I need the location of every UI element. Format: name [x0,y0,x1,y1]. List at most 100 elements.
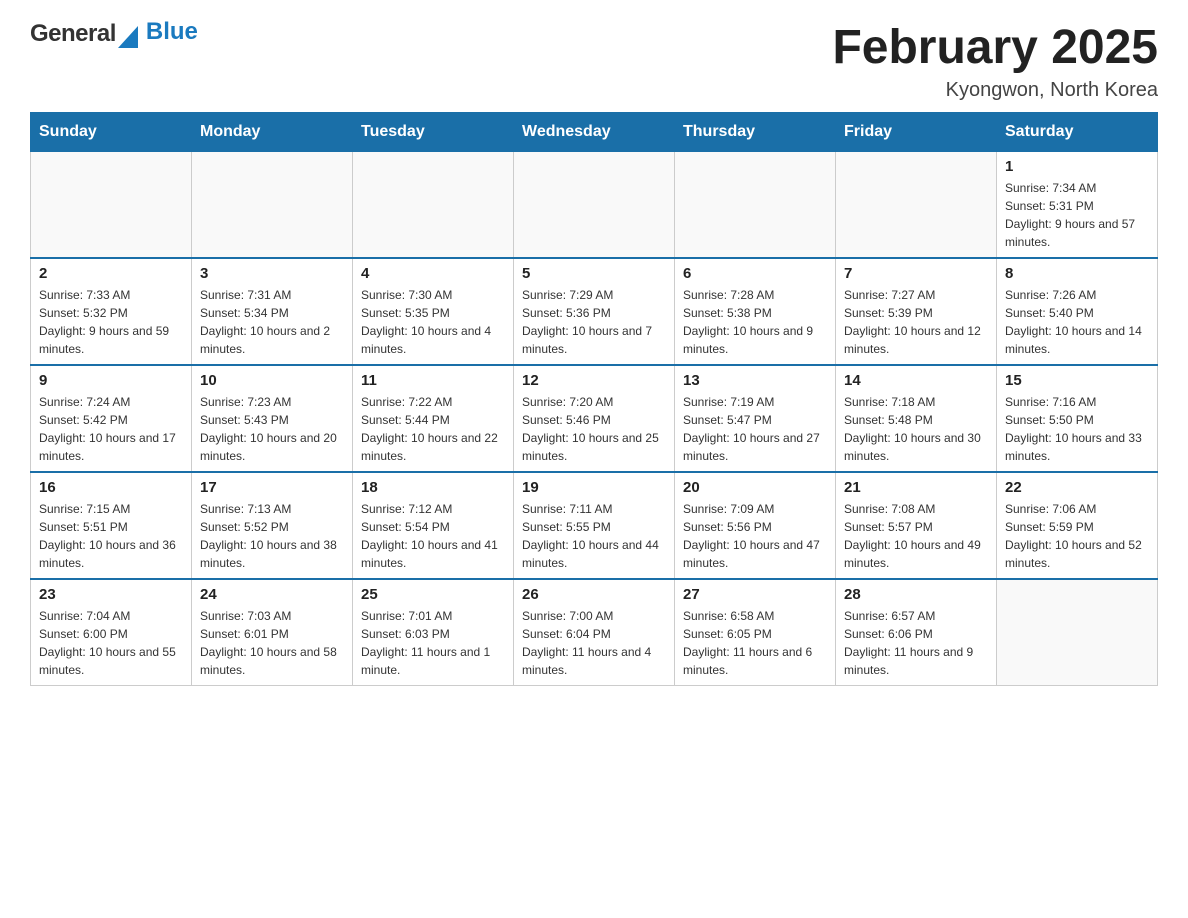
day-number: 26 [522,586,666,603]
day-number: 22 [1005,479,1149,496]
day-info: Sunrise: 7:24 AM Sunset: 5:42 PM Dayligh… [39,393,183,465]
day-info: Sunrise: 6:58 AM Sunset: 6:05 PM Dayligh… [683,607,827,679]
day-number: 18 [361,479,505,496]
day-info: Sunrise: 7:12 AM Sunset: 5:54 PM Dayligh… [361,500,505,572]
calendar-week-row: 23 Sunrise: 7:04 AM Sunset: 6:00 PM Dayli… [31,579,1158,686]
day-info: Sunrise: 7:09 AM Sunset: 5:56 PM Dayligh… [683,500,827,572]
day-info: Sunrise: 7:27 AM Sunset: 5:39 PM Dayligh… [844,286,988,358]
calendar-day-cell: 2 Sunrise: 7:33 AM Sunset: 5:32 PM Daylig… [31,258,192,365]
day-number: 25 [361,586,505,603]
calendar-day-cell: 22 Sunrise: 7:06 AM Sunset: 5:59 PM Dayli… [997,472,1158,579]
calendar-subtitle: Kyongwon, North Korea [832,79,1158,102]
calendar-day-cell: 25 Sunrise: 7:01 AM Sunset: 6:03 PM Dayli… [353,579,514,686]
calendar-day-cell [514,152,675,259]
day-number: 20 [683,479,827,496]
logo-triangle-icon [118,26,138,48]
day-info: Sunrise: 7:03 AM Sunset: 6:01 PM Dayligh… [200,607,344,679]
day-number: 11 [361,372,505,389]
calendar-day-cell [31,152,192,259]
day-info: Sunrise: 7:00 AM Sunset: 6:04 PM Dayligh… [522,607,666,679]
calendar-day-cell: 16Sunrise: 7:15 AM Sunset: 5:51 PM Dayli… [31,472,192,579]
day-number: 6 [683,265,827,282]
day-info: Sunrise: 7:33 AM Sunset: 5:32 PM Dayligh… [39,286,183,358]
calendar-day-cell: 17Sunrise: 7:13 AM Sunset: 5:52 PM Dayli… [192,472,353,579]
calendar-day-cell: 1 Sunrise: 7:34 AM Sunset: 5:31 PM Daylig… [997,152,1158,259]
day-number: 24 [200,586,344,603]
calendar-day-cell: 24 Sunrise: 7:03 AM Sunset: 6:01 PM Dayli… [192,579,353,686]
calendar-day-cell: 28 Sunrise: 6:57 AM Sunset: 6:06 PM Dayli… [836,579,997,686]
day-number: 19 [522,479,666,496]
day-number: 17 [200,479,344,496]
calendar-day-cell: 12 Sunrise: 7:20 AM Sunset: 5:46 PM Dayli… [514,365,675,472]
day-number: 2 [39,265,183,282]
calendar-day-cell: 5 Sunrise: 7:29 AM Sunset: 5:36 PM Daylig… [514,258,675,365]
day-info: Sunrise: 7:01 AM Sunset: 6:03 PM Dayligh… [361,607,505,679]
calendar-day-cell: 19 Sunrise: 7:11 AM Sunset: 5:55 PM Dayli… [514,472,675,579]
day-info: Sunrise: 7:26 AM Sunset: 5:40 PM Dayligh… [1005,286,1149,358]
day-number: 16 [39,479,183,496]
weekday-header-sunday: Sunday [31,113,192,152]
weekday-header-monday: Monday [192,113,353,152]
calendar-day-cell [192,152,353,259]
calendar-week-row: 1 Sunrise: 7:34 AM Sunset: 5:31 PM Daylig… [31,152,1158,259]
calendar-table: SundayMondayTuesdayWednesdayThursdayFrid… [30,112,1158,686]
day-number: 27 [683,586,827,603]
day-number: 15 [1005,372,1149,389]
day-info: Sunrise: 7:08 AM Sunset: 5:57 PM Dayligh… [844,500,988,572]
day-info: Sunrise: 6:57 AM Sunset: 6:06 PM Dayligh… [844,607,988,679]
day-info: Sunrise: 7:20 AM Sunset: 5:46 PM Dayligh… [522,393,666,465]
day-info: Sunrise: 7:11 AM Sunset: 5:55 PM Dayligh… [522,500,666,572]
day-info: Sunrise: 7:16 AM Sunset: 5:50 PM Dayligh… [1005,393,1149,465]
day-info: Sunrise: 7:29 AM Sunset: 5:36 PM Dayligh… [522,286,666,358]
day-info: Sunrise: 7:31 AM Sunset: 5:34 PM Dayligh… [200,286,344,358]
day-info: Sunrise: 7:22 AM Sunset: 5:44 PM Dayligh… [361,393,505,465]
day-info: Sunrise: 7:23 AM Sunset: 5:43 PM Dayligh… [200,393,344,465]
calendar-day-cell: 20 Sunrise: 7:09 AM Sunset: 5:56 PM Dayli… [675,472,836,579]
weekday-header-tuesday: Tuesday [353,113,514,152]
calendar-day-cell: 10 Sunrise: 7:23 AM Sunset: 5:43 PM Dayli… [192,365,353,472]
calendar-day-cell: 26 Sunrise: 7:00 AM Sunset: 6:04 PM Dayli… [514,579,675,686]
day-number: 12 [522,372,666,389]
weekday-header-thursday: Thursday [675,113,836,152]
calendar-day-cell: 15 Sunrise: 7:16 AM Sunset: 5:50 PM Dayli… [997,365,1158,472]
logo-text: General [30,20,116,48]
day-number: 28 [844,586,988,603]
day-info: Sunrise: 7:28 AM Sunset: 5:38 PM Dayligh… [683,286,827,358]
weekday-header-wednesday: Wednesday [514,113,675,152]
logo: General Blue [30,20,198,48]
calendar-day-cell: 23 Sunrise: 7:04 AM Sunset: 6:00 PM Dayli… [31,579,192,686]
title-block: February 2025 Kyongwon, North Korea [832,20,1158,102]
day-info: Sunrise: 7:34 AM Sunset: 5:31 PM Dayligh… [1005,179,1149,251]
calendar-day-cell: 14 Sunrise: 7:18 AM Sunset: 5:48 PM Dayli… [836,365,997,472]
calendar-day-cell: 9Sunrise: 7:24 AM Sunset: 5:42 PM Daylig… [31,365,192,472]
day-number: 10 [200,372,344,389]
day-number: 23 [39,586,183,603]
calendar-day-cell: 18 Sunrise: 7:12 AM Sunset: 5:54 PM Dayli… [353,472,514,579]
day-info: Sunrise: 7:30 AM Sunset: 5:35 PM Dayligh… [361,286,505,358]
page-header: General Blue February 2025 Kyongwon, Nor… [30,20,1158,102]
day-number: 4 [361,265,505,282]
day-number: 13 [683,372,827,389]
calendar-day-cell: 8 Sunrise: 7:26 AM Sunset: 5:40 PM Daylig… [997,258,1158,365]
calendar-day-cell [675,152,836,259]
day-info: Sunrise: 7:18 AM Sunset: 5:48 PM Dayligh… [844,393,988,465]
day-number: 7 [844,265,988,282]
day-number: 5 [522,265,666,282]
calendar-week-row: 16Sunrise: 7:15 AM Sunset: 5:51 PM Dayli… [31,472,1158,579]
day-number: 1 [1005,158,1149,175]
calendar-day-cell [836,152,997,259]
calendar-day-cell [997,579,1158,686]
day-number: 14 [844,372,988,389]
day-number: 3 [200,265,344,282]
weekday-header-row: SundayMondayTuesdayWednesdayThursdayFrid… [31,113,1158,152]
day-number: 8 [1005,265,1149,282]
calendar-week-row: 9Sunrise: 7:24 AM Sunset: 5:42 PM Daylig… [31,365,1158,472]
day-info: Sunrise: 7:06 AM Sunset: 5:59 PM Dayligh… [1005,500,1149,572]
logo-blue-text: Blue [146,18,198,46]
calendar-day-cell: 7 Sunrise: 7:27 AM Sunset: 5:39 PM Daylig… [836,258,997,365]
weekday-header-saturday: Saturday [997,113,1158,152]
day-info: Sunrise: 7:04 AM Sunset: 6:00 PM Dayligh… [39,607,183,679]
calendar-day-cell: 6 Sunrise: 7:28 AM Sunset: 5:38 PM Daylig… [675,258,836,365]
calendar-title: February 2025 [832,20,1158,75]
day-info: Sunrise: 7:19 AM Sunset: 5:47 PM Dayligh… [683,393,827,465]
